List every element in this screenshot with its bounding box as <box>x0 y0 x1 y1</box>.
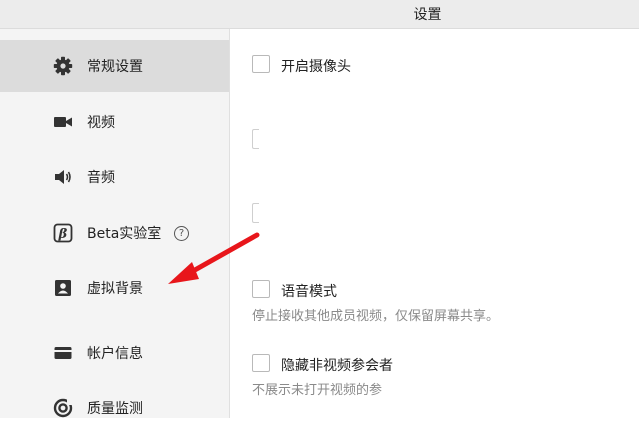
sidebar-item-account[interactable]: 帐户信息 <box>0 327 229 379</box>
enable-camera-checkbox[interactable] <box>252 55 270 73</box>
settings-content: 开启摄像头 语音模式 停止接收其他成员视频，仅保留屏幕共享。 隐藏非视频参会者 … <box>231 29 639 418</box>
voice-mode-checkbox[interactable] <box>252 280 270 298</box>
video-camera-icon <box>52 111 74 133</box>
sidebar-item-label: 音频 <box>87 170 115 186</box>
gear-icon <box>52 55 74 77</box>
hide-non-video-participants-description: 不展示未打开视频的参 <box>252 383 383 398</box>
voice-mode-label: 语音模式 <box>281 284 337 300</box>
sidebar-item-general[interactable]: 常规设置 <box>0 40 229 92</box>
sidebar-item-video[interactable]: 视频 <box>0 96 229 148</box>
partial-control <box>252 129 259 149</box>
sidebar-item-label: 质量监测 <box>87 401 143 417</box>
monitor-gauge-icon <box>52 397 74 419</box>
sidebar-item-label: Beta实验室 <box>87 226 162 242</box>
window-title: 设置 <box>413 7 442 23</box>
sidebar-item-virtual-background[interactable]: 虚拟背景 <box>0 262 229 314</box>
help-icon[interactable]: ? <box>174 225 189 241</box>
beta-icon: β <box>52 222 74 244</box>
sidebar-item-label: 常规设置 <box>87 59 143 75</box>
settings-sidebar: 常规设置 视频 音频 β Beta实验室 ? 虚拟背景 帐户信息 质量监测 <box>0 29 230 418</box>
voice-mode-description: 停止接收其他成员视频，仅保留屏幕共享。 <box>252 309 500 324</box>
sidebar-item-beta-lab[interactable]: β Beta实验室 ? <box>0 207 229 259</box>
partial-control <box>252 203 259 223</box>
card-icon <box>52 342 74 364</box>
hide-non-video-participants-checkbox[interactable] <box>252 354 270 372</box>
hide-non-video-participants-label: 隐藏非视频参会者 <box>281 358 393 374</box>
enable-camera-label: 开启摄像头 <box>281 59 351 75</box>
sidebar-item-quality-monitor[interactable]: 质量监测 <box>0 382 229 434</box>
sidebar-item-label: 帐户信息 <box>87 346 143 362</box>
person-portrait-icon <box>52 277 74 299</box>
sidebar-item-audio[interactable]: 音频 <box>0 151 229 203</box>
speaker-icon <box>52 166 74 188</box>
svg-text:β: β <box>58 227 68 242</box>
sidebar-item-label: 视频 <box>87 115 115 131</box>
window-titlebar: 设置 <box>0 0 639 29</box>
sidebar-item-label: 虚拟背景 <box>87 281 143 297</box>
